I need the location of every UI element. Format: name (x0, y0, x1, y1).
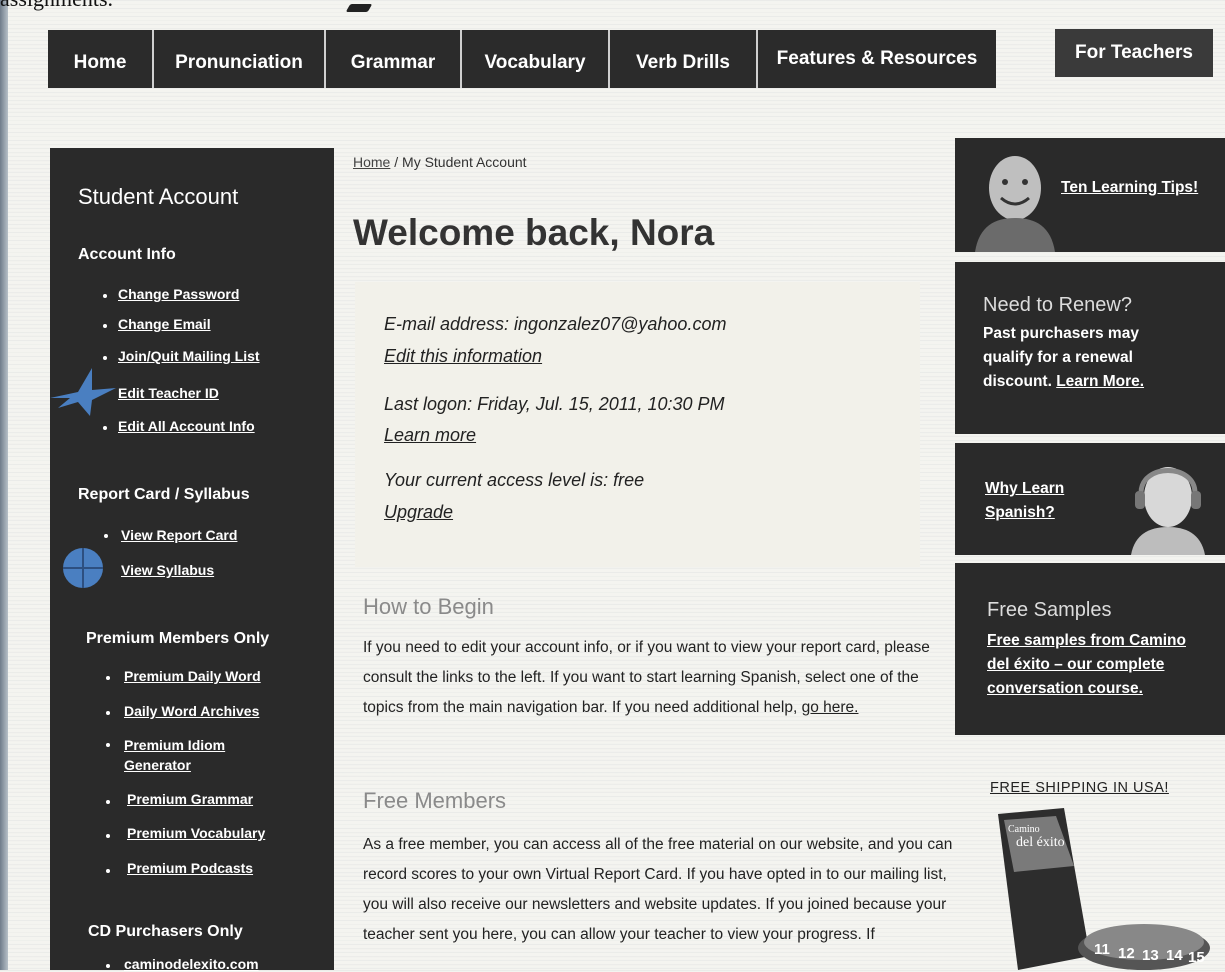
last-logon: Last logon: Friday, Jul. 15, 2011, 10:30… (384, 394, 725, 414)
email-address: E-mail address: ingonzalez07@yahoo.com (384, 314, 727, 334)
scan-edge (0, 0, 8, 970)
change-password-link[interactable]: Change Password (118, 286, 239, 302)
free-members-text: As a free member, you can access all of … (363, 836, 953, 943)
breadcrumb: Home / My Student Account (353, 154, 527, 170)
cd-number: 15 (1188, 949, 1205, 966)
cd-number: 11 (1094, 941, 1110, 958)
bullet (106, 869, 110, 873)
learning-tips-panel: Ten Learning Tips! (955, 138, 1225, 252)
mailing-list-link[interactable]: Join/Quit Mailing List (118, 348, 260, 364)
premium-heading: Premium Members Only (86, 630, 270, 647)
view-report-card-link[interactable]: View Report Card (121, 527, 237, 543)
free-samples-title: Free Samples (987, 599, 1112, 621)
breadcrumb-current: My Student Account (402, 154, 527, 170)
change-email-link[interactable]: Change Email (118, 316, 211, 332)
report-card-heading: Report Card / Syllabus (78, 486, 250, 503)
page-title: Welcome back, Nora (353, 212, 715, 253)
bullet (106, 834, 110, 838)
premium-daily-word-link[interactable]: Premium Daily Word (124, 668, 261, 684)
how-to-begin-text: If you need to edit your account info, o… (363, 633, 953, 723)
bullet (106, 676, 110, 680)
cd-number: 13 (1142, 947, 1159, 964)
upgrade-link[interactable]: Upgrade (384, 502, 453, 523)
premium-grammar-link[interactable]: Premium Grammar (127, 791, 253, 807)
cd-box-image: Camino del éxito 11 12 13 14 15 (998, 808, 1210, 970)
blue-crosshair-annotation (63, 548, 103, 588)
sidebar-title: Student Account (78, 184, 239, 209)
premium-idiom-generator-link[interactable]: Premium Idiom Generator (124, 735, 254, 775)
nav-grammar[interactable]: Grammar (326, 30, 462, 88)
free-samples-panel: Free Samples Free samples from Camino de… (955, 563, 1225, 735)
bullet (106, 711, 110, 715)
edit-information-link[interactable]: Edit this information (384, 346, 542, 367)
cd-title-exito: del éxito (1016, 835, 1065, 850)
cd-title-camino: Camino (1008, 824, 1040, 835)
smiling-man-photo (975, 156, 1055, 252)
why-learn-spanish-link[interactable]: Why Learn Spanish? (985, 477, 1095, 525)
bullet (106, 743, 110, 747)
nav-verb-drills[interactable]: Verb Drills (610, 30, 758, 88)
bullet (103, 324, 107, 328)
premium-vocabulary-link[interactable]: Premium Vocabulary (127, 825, 265, 841)
breadcrumb-home-link[interactable]: Home (353, 154, 390, 170)
learn-more-renew-link[interactable]: Learn More. (1056, 373, 1144, 390)
nav-features-resources[interactable]: Features & Resources (758, 30, 996, 88)
renew-panel: Need to Renew? Past purchasers may quali… (955, 262, 1225, 434)
why-learn-panel: Why Learn Spanish? (955, 443, 1225, 555)
breadcrumb-separator: / (390, 154, 403, 170)
free-members-heading: Free Members (363, 788, 507, 813)
bullet (103, 426, 107, 430)
for-teachers-button[interactable]: For Teachers (1055, 29, 1213, 77)
bullet (104, 534, 108, 538)
bullet (106, 964, 110, 968)
learn-more-link[interactable]: Learn more (384, 425, 476, 446)
go-here-link[interactable]: go here. (802, 699, 859, 716)
main-navigation: Home Pronunciation Grammar Vocabulary Ve… (48, 30, 996, 88)
cd-number: 14 (1166, 947, 1183, 964)
bullet (106, 800, 110, 804)
premium-podcasts-link[interactable]: Premium Podcasts (127, 860, 253, 876)
nav-pronunciation[interactable]: Pronunciation (154, 30, 326, 88)
headset-woman-photo (1131, 467, 1205, 555)
edit-teacher-id-link[interactable]: Edit Teacher ID (118, 385, 219, 401)
access-level: Your current access level is: free (384, 470, 645, 490)
bullet (103, 356, 107, 360)
free-samples-link[interactable]: Free samples from Camino del éxito – our… (987, 629, 1202, 701)
cut-off-text: assignments. (0, 0, 113, 12)
edit-all-account-info-link[interactable]: Edit All Account Info (118, 418, 255, 434)
pen-mark (345, 4, 373, 12)
nav-vocabulary[interactable]: Vocabulary (462, 30, 610, 88)
ten-learning-tips-link[interactable]: Ten Learning Tips! (1061, 176, 1201, 200)
bullet (103, 294, 107, 298)
renew-title: Need to Renew? (983, 294, 1132, 316)
free-shipping-link[interactable]: FREE SHIPPING IN USA! (990, 780, 1169, 796)
cd-purchasers-heading: CD Purchasers Only (88, 923, 243, 940)
nav-home[interactable]: Home (48, 30, 154, 88)
account-info-heading: Account Info (78, 246, 176, 263)
view-syllabus-link[interactable]: View Syllabus (121, 562, 214, 578)
how-to-begin-heading: How to Begin (363, 594, 494, 619)
renew-text: Past purchasers may qualify for a renewa… (983, 322, 1193, 394)
cd-number: 12 (1118, 945, 1135, 962)
blue-star-annotation (50, 368, 116, 416)
daily-word-archives-link[interactable]: Daily Word Archives (124, 703, 259, 719)
